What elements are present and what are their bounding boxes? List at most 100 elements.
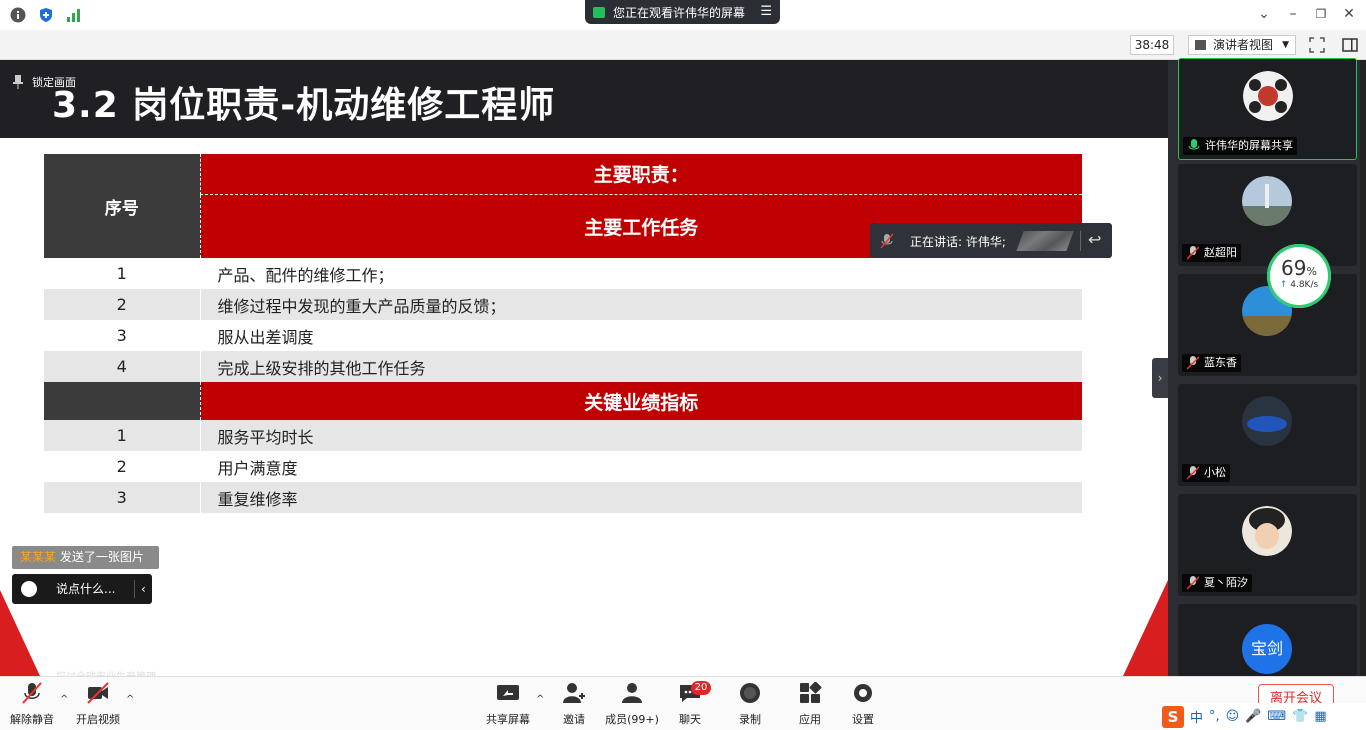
gear-icon xyxy=(854,684,872,702)
keyboard-icon[interactable]: ⌨ xyxy=(1267,709,1286,724)
row-text: 完成上级安排的其他工作任务 xyxy=(199,351,1082,382)
participant-name: 夏丶陌汐 xyxy=(1182,574,1252,592)
table-row: 2 维修过程中发现的重大产品质量的反馈； xyxy=(44,289,1082,320)
record-icon xyxy=(740,683,760,703)
row-number: 3 xyxy=(44,320,200,351)
row-text: 维修过程中发现的重大产品质量的反馈； xyxy=(199,289,1082,320)
kpi-header: 关键业绩指标 xyxy=(199,382,1082,420)
participant-tile[interactable]: 小松 xyxy=(1178,384,1357,486)
view-mode-dropdown[interactable]: 演讲者视图 ▼ xyxy=(1188,35,1296,55)
mic-icon xyxy=(1188,139,1200,150)
ime-lang[interactable]: 中 xyxy=(1190,707,1203,726)
sogou-logo[interactable]: S xyxy=(1162,705,1184,728)
divider xyxy=(134,580,135,598)
toolbox-icon[interactable]: ▦ xyxy=(1314,709,1326,724)
avatar xyxy=(1242,506,1292,556)
sharing-status-pill[interactable]: 您正在观看许伟华的屏幕 ☰ xyxy=(585,0,780,24)
duties-header: 主要职责： xyxy=(199,154,1082,195)
shared-slide: 3.2 岗位职责-机动维修工程师 锁定画面 序号 主要职责： 主要工作任务 1 … xyxy=(0,60,1168,676)
collapse-panel-button[interactable]: › xyxy=(1152,358,1168,398)
apps-button[interactable]: 应用 xyxy=(792,681,828,727)
avatar xyxy=(1242,396,1292,446)
fullscreen-icon[interactable] xyxy=(1309,37,1325,53)
start-video-button[interactable]: 开启视频 xyxy=(74,682,122,727)
muted-mic-icon xyxy=(1187,356,1199,370)
participant-tile[interactable]: 许伟华的屏幕共享 xyxy=(1178,58,1357,160)
members-button[interactable]: 成员(99+) xyxy=(604,682,660,727)
menu-icon[interactable]: ☰ xyxy=(760,4,772,19)
upload-arrow-icon: ↑ xyxy=(1279,280,1288,290)
ime-punct[interactable]: °, xyxy=(1209,709,1220,724)
quick-chat-input[interactable]: 说点什么... ‹ xyxy=(12,574,152,604)
close-button[interactable]: ✕ xyxy=(1341,6,1357,22)
network-speed: 4.8K/s xyxy=(1290,280,1319,290)
network-percent: 69 xyxy=(1281,256,1307,280)
participant-tile[interactable]: 夏丶陌汐 xyxy=(1178,494,1357,596)
add-user-icon xyxy=(563,683,585,703)
audio-options-caret[interactable]: ^ xyxy=(60,694,68,705)
row-number: 1 xyxy=(44,258,200,289)
table-row: 1 服务平均时长 xyxy=(44,420,1082,451)
percent-sign: % xyxy=(1306,265,1317,278)
table-row: 4 完成上级安排的其他工作任务 xyxy=(44,351,1082,382)
invite-button[interactable]: 邀请 xyxy=(556,682,592,727)
emoji-icon[interactable]: ☺ xyxy=(1226,709,1240,724)
return-arrow-icon[interactable]: ↩ xyxy=(1088,230,1101,249)
participant-name: 小松 xyxy=(1182,464,1230,482)
signal-bars-icon[interactable] xyxy=(66,7,82,23)
table-row: 2 用户满意度 xyxy=(44,451,1082,482)
pin-window-icon[interactable]: ⌄ xyxy=(1256,6,1272,22)
muted-mic-icon xyxy=(22,682,42,704)
divider xyxy=(1080,231,1081,251)
avatar xyxy=(1242,176,1292,226)
monitor-icon xyxy=(593,6,605,18)
table-row: 1 产品、配件的维修工作； xyxy=(44,258,1082,289)
layout-icon xyxy=(1195,40,1206,50)
row-number: 1 xyxy=(44,420,200,451)
row-number: 2 xyxy=(44,289,200,320)
video-options-caret[interactable]: ^ xyxy=(126,694,134,705)
skin-icon[interactable]: 👕 xyxy=(1292,709,1308,724)
lock-view-button[interactable]: 锁定画面 xyxy=(12,74,76,90)
sharing-status-text: 您正在观看许伟华的屏幕 xyxy=(613,5,746,20)
duties-table: 序号 主要职责： 主要工作任务 1 产品、配件的维修工作； 2 维修过程中发现的… xyxy=(44,154,1082,513)
participant-tile[interactable]: 宝剑 xyxy=(1178,604,1357,676)
participant-tile[interactable]: 赵超阳 xyxy=(1178,164,1357,266)
participant-name: 蓝东香 xyxy=(1182,354,1241,372)
muted-mic-icon xyxy=(1187,466,1199,480)
security-shield-icon[interactable] xyxy=(38,7,54,23)
info-icon[interactable] xyxy=(10,7,26,23)
blurred-name xyxy=(1016,231,1074,251)
video-off-icon xyxy=(87,682,109,704)
chat-placeholder: 说点什么... xyxy=(56,582,116,596)
participant-panel: 许伟华的屏幕共享 赵超阳 蓝东香 小松 夏丶陌汐 宝剑 xyxy=(1168,58,1366,676)
slide-decoration-right xyxy=(1123,580,1168,676)
unmute-button[interactable]: 解除静音 xyxy=(8,682,56,727)
chat-notification[interactable]: 某某某 发送了一张图片 xyxy=(12,546,159,569)
panel-scrollbar[interactable] xyxy=(1360,60,1366,676)
row-text: 服务平均时长 xyxy=(199,420,1082,451)
row-text: 用户满意度 xyxy=(199,451,1082,482)
slide-footnote: 探讨全球安业生产管理 xyxy=(56,668,156,676)
share-screen-button[interactable]: 共享屏幕 xyxy=(484,682,532,727)
sidebar-toggle-icon[interactable] xyxy=(1342,37,1358,53)
settings-button[interactable]: 设置 xyxy=(845,682,881,727)
emoji-icon[interactable] xyxy=(21,581,37,597)
share-options-caret[interactable]: ^ xyxy=(536,694,544,705)
kpi-header-left xyxy=(44,382,200,420)
participant-name: 赵超阳 xyxy=(1182,244,1241,262)
collapse-chevron-icon[interactable]: ‹ xyxy=(141,574,146,604)
view-mode-label: 演讲者视图 xyxy=(1213,38,1274,52)
chevron-down-icon: ▼ xyxy=(1282,40,1289,50)
slide-title: 3.2 岗位职责-机动维修工程师 xyxy=(52,85,556,126)
row-number: 2 xyxy=(44,451,200,482)
row-text: 产品、配件的维修工作； xyxy=(199,258,1082,289)
members-icon xyxy=(622,683,642,703)
restore-button[interactable]: ❐ xyxy=(1313,6,1329,22)
record-button[interactable]: 录制 xyxy=(732,682,768,727)
minimize-button[interactable]: – xyxy=(1285,6,1301,22)
row-text: 服从出差调度 xyxy=(199,320,1082,351)
avatar-initials: 宝剑 xyxy=(1242,624,1292,674)
voice-icon[interactable]: 🎤 xyxy=(1245,709,1261,724)
participant-name: 许伟华的屏幕共享 xyxy=(1183,137,1297,155)
